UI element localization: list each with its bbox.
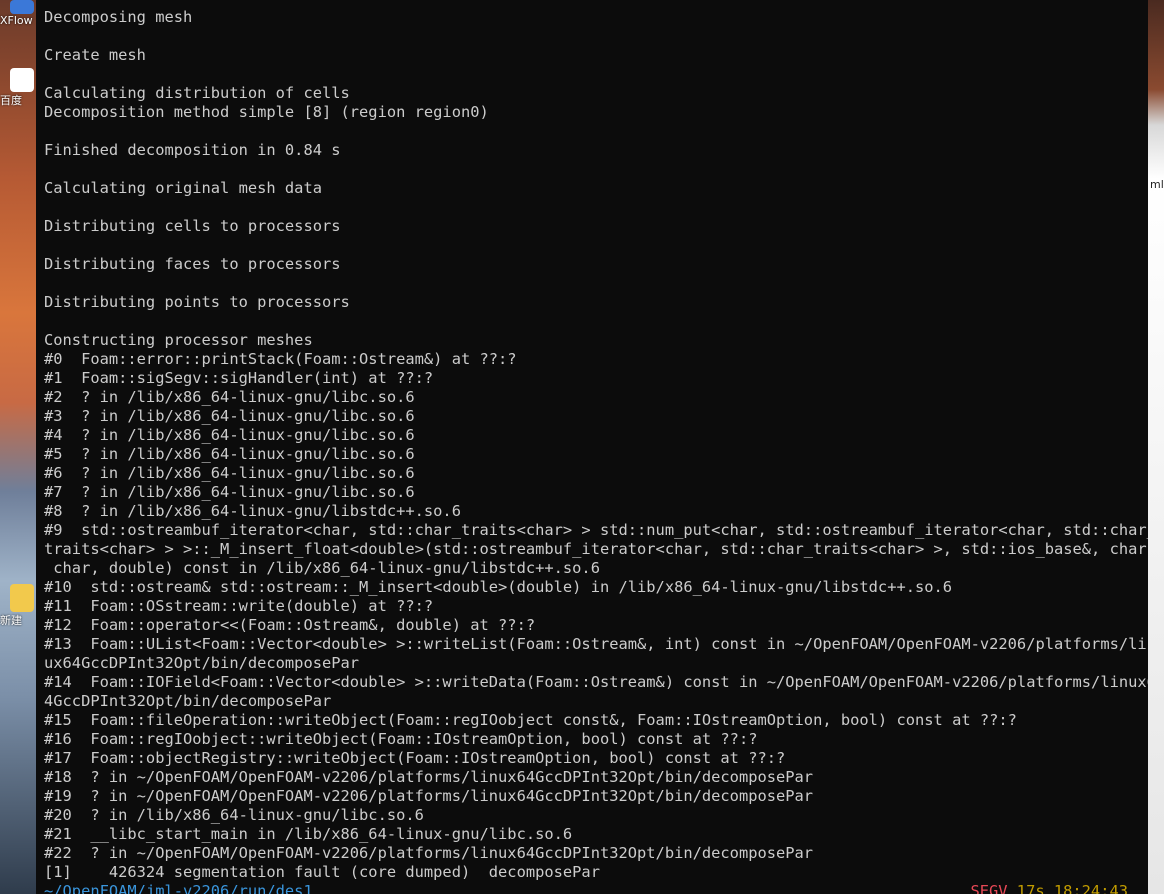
desktop-icon-baidu[interactable]: 百度 [0,68,36,108]
desktop-icon-xflow[interactable]: XFlow [0,0,36,27]
terminal-line: Distributing cells to processors [44,217,341,235]
prompt-status: SEGV 17s 18:24:43 [970,882,1128,894]
terminal-line: #14 Foam::IOField<Foam::Vector<double> >… [44,673,1148,691]
desktop-icon-label: XFlow [0,14,33,27]
terminal-line: Calculating original mesh data [44,179,322,197]
terminal-window[interactable]: Decomposing mesh Create mesh Calculating d… [36,0,1148,894]
terminal-line: 4GccDPInt32Opt/bin/decomposePar [44,692,332,710]
terminal-line: #4 ? in /lib/x86_64-linux-gnu/libc.so.6 [44,426,415,444]
terminal-line: #20 ? in /lib/x86_64-linux-gnu/libc.so.6 [44,806,424,824]
shell-prompt[interactable]: ~/OpenFOAM/jml-v2206/run/des1 SEGV 17s 1… [44,882,1128,894]
terminal-output: Decomposing mesh Create mesh Calculating d… [44,8,1148,882]
terminal-line: traits<char> > >::_M_insert_float<double… [44,540,1148,558]
terminal-line: #1 Foam::sigSegv::sigHandler(int) at ??:… [44,369,434,387]
desktop-wallpaper-left: XFlow 百度 新建 [0,0,36,894]
terminal-line: #2 ? in /lib/x86_64-linux-gnu/libc.so.6 [44,388,415,406]
desktop-icon-label: 新建 [0,614,22,627]
exit-status-label: SEGV [970,882,1008,894]
terminal-line: #17 Foam::objectRegistry::writeObject(Fo… [44,749,786,767]
terminal-line: #21 __libc_start_main in /lib/x86_64-lin… [44,825,573,843]
terminal-line: #10 std::ostream& std::ostream::_M_inser… [44,578,953,596]
terminal-line: #13 Foam::UList<Foam::Vector<double> >::… [44,635,1148,653]
terminal-line: Calculating distribution of cells [44,84,350,102]
terminal-line: #16 Foam::regIOobject::writeObject(Foam:… [44,730,758,748]
terminal-line: #19 ? in ~/OpenFOAM/OpenFOAM-v2206/platf… [44,787,814,805]
terminal-line: Decomposing mesh [44,8,193,26]
terminal-line: Constructing processor meshes [44,331,313,349]
background-window-text: ml [1150,178,1164,191]
folder-icon [10,584,34,612]
terminal-line: Finished decomposition in 0.84 s [44,141,341,159]
terminal-line: Distributing faces to processors [44,255,341,273]
terminal-line: #22 ? in ~/OpenFOAM/OpenFOAM-v2206/platf… [44,844,814,862]
terminal-line: [1] 426324 segmentation fault (core dump… [44,863,600,881]
terminal-line: #5 ? in /lib/x86_64-linux-gnu/libc.so.6 [44,445,415,463]
background-window-right: ml [1148,0,1164,894]
terminal-line: #3 ? in /lib/x86_64-linux-gnu/libc.so.6 [44,407,415,425]
terminal-line: #6 ? in /lib/x86_64-linux-gnu/libc.so.6 [44,464,415,482]
app-shortcut-icon [10,0,34,14]
terminal-line: Distributing points to processors [44,293,350,311]
terminal-line: #12 Foam::operator<<(Foam::Ostream&, dou… [44,616,536,634]
terminal-line: Create mesh [44,46,146,64]
terminal-line: ux64GccDPInt32Opt/bin/decomposePar [44,654,360,672]
terminal-line: Decomposition method simple [8] (region … [44,103,489,121]
terminal-line: #0 Foam::error::printStack(Foam::Ostream… [44,350,517,368]
terminal-line: #18 ? in ~/OpenFOAM/OpenFOAM-v2206/platf… [44,768,814,786]
desktop-icon-label: 百度 [0,94,22,107]
terminal-line: #7 ? in /lib/x86_64-linux-gnu/libc.so.6 [44,483,415,501]
baidu-app-icon [10,68,34,92]
elapsed-time-label: 17s 18:24:43 [1016,882,1128,894]
terminal-line: #9 std::ostreambuf_iterator<char, std::c… [44,521,1148,539]
prompt-path: ~/OpenFOAM/jml-v2206/run/des1 [44,882,313,894]
terminal-line: #11 Foam::OSstream::write(double) at ??:… [44,597,434,615]
desktop-icon-new-folder[interactable]: 新建 [0,584,36,628]
terminal-line: #8 ? in /lib/x86_64-linux-gnu/libstdc++.… [44,502,461,520]
terminal-line: char, double) const in /lib/x86_64-linux… [44,559,600,577]
terminal-line: #15 Foam::fileOperation::writeObject(Foa… [44,711,1017,729]
